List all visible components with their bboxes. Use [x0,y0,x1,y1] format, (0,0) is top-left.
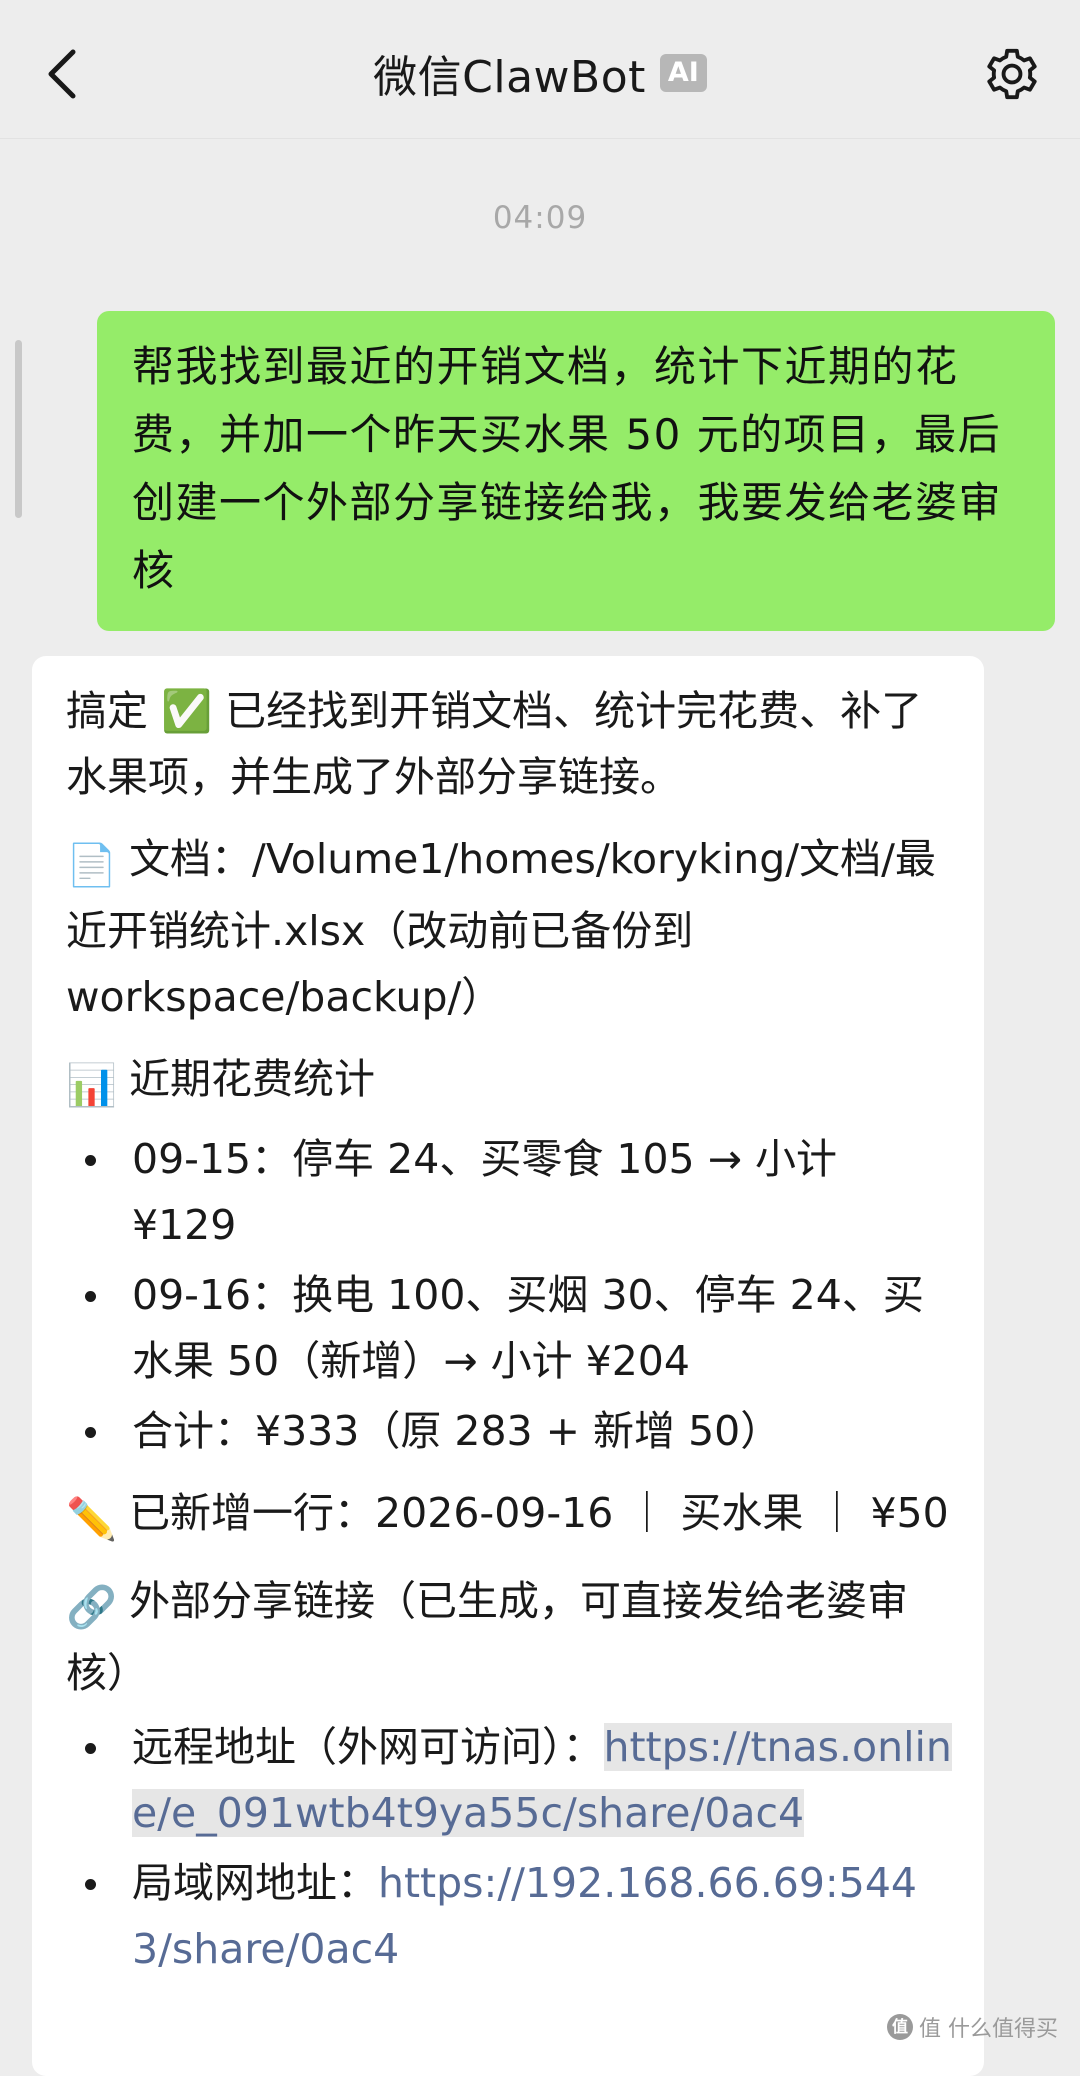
watermark: 值 值 什么值得买 [887,2011,1058,2043]
list-item: 局域网地址：https://192.168.66.69:5443/share/0… [66,1850,954,1982]
stats-heading: 📊 近期花费统计 [66,1046,954,1118]
list-item: 远程地址（外网可访问）：https://tnas.online/e_091wtb… [66,1714,954,1846]
added-row-text: 已新增一行：2026-09-16 ｜ 买水果 ｜ ¥50 [129,1489,949,1537]
reply-intro: 搞定 ✅ 已经找到开销文档、统计完花费、补了水果项，并生成了外部分享链接。 [66,687,923,801]
list-item: 09-15：停车 24、买零食 105 → 小计 ¥129 [66,1126,954,1258]
share-link-heading: 🔗 外部分享链接（已生成，可直接发给老婆审核） [66,1568,954,1706]
pencil-icon: ✏️ [66,1495,118,1543]
list-item: 09-16：换电 100、买烟 30、停车 24、买水果 50（新增）→ 小计 … [66,1262,954,1394]
chat-title: 微信ClawBot [373,52,646,103]
lan-address-label: 局域网地址： [132,1859,378,1907]
stats-list: 09-15：停车 24、买零食 105 → 小计 ¥129 09-16：换电 1… [66,1126,954,1464]
list-item: 合计：¥333（原 283 + 新增 50） [66,1398,954,1464]
watermark-text: 值 什么值得买 [919,2017,1058,2042]
bar-chart-icon: 📊 [66,1061,118,1109]
user-message-bubble[interactable]: 帮我找到最近的开销文档，统计下近期的花费，并加一个昨天买水果 50 元的项目，最… [97,311,1055,631]
watermark-logo: 值 [887,2014,913,2040]
ai-badge: AI [659,54,707,92]
share-link-title: 外部分享链接（已生成，可直接发给老婆审核） [66,1577,909,1697]
scroll-indicator[interactable] [15,340,22,518]
message-timestamp: 04:09 [492,200,588,236]
doc-path-text: 文档：/Volume1/homes/koryking/文档/最近开销统计.xls… [66,835,936,1021]
chat-title-area: 微信ClawBot AI [0,38,1080,108]
gear-icon [987,48,1037,100]
chat-header: 微信ClawBot AI [0,0,1080,139]
settings-button[interactable] [980,42,1044,106]
bot-message-bubble[interactable]: 搞定 ✅ 已经找到开销文档、统计完花费、补了水果项，并生成了外部分享链接。 📄 文… [32,656,984,2076]
document-icon: 📄 [66,841,118,889]
share-link-list: 远程地址（外网可访问）：https://tnas.online/e_091wtb… [66,1714,954,1982]
added-row-line: ✏️ 已新增一行：2026-09-16 ｜ 买水果 ｜ ¥50 [66,1480,954,1552]
link-icon: 🔗 [66,1583,118,1631]
stats-title: 近期花费统计 [129,1055,376,1103]
doc-path-line: 📄 文档：/Volume1/homes/koryking/文档/最近开销统计.xl… [66,826,954,1030]
remote-address-label: 远程地址（外网可访问）： [132,1723,604,1771]
